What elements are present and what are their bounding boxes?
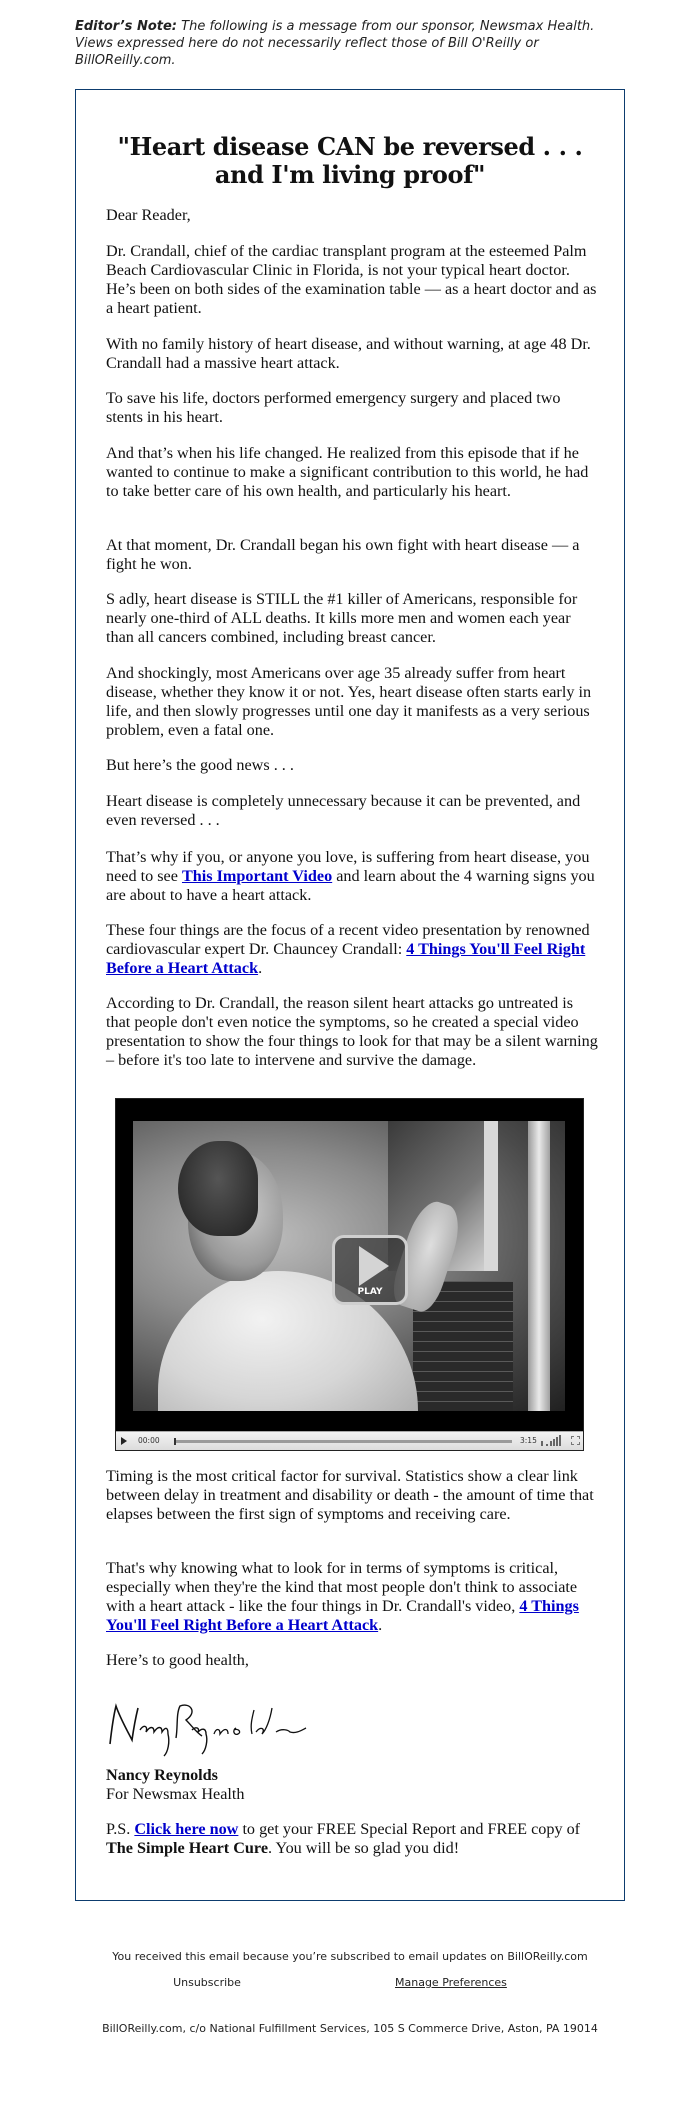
thumbnail-pole xyxy=(528,1121,550,1411)
seek-bar[interactable] xyxy=(174,1438,512,1445)
paragraph-8: But here’s the good news . . . xyxy=(106,756,294,774)
paragraph-3: To save his life, doctors performed emer… xyxy=(106,389,561,427)
headline-line-2: and I'm living proof" xyxy=(214,160,486,189)
signer-name: Nancy Reynolds xyxy=(106,1766,218,1784)
postscript-text-end: . You will be so glad you did! xyxy=(268,1839,460,1858)
paragraph-12: According to Dr. Crandall, the reason si… xyxy=(106,994,598,1070)
salutation: Dear Reader, xyxy=(106,206,191,224)
manage-preferences-link[interactable]: Manage Preferences xyxy=(395,1976,507,1989)
seek-knob[interactable] xyxy=(174,1438,176,1445)
duration: 3:15 xyxy=(520,1436,537,1445)
postscript-text: to get your FREE Special Report and FREE… xyxy=(238,1820,581,1838)
play-button[interactable]: PLAY xyxy=(332,1235,408,1305)
play-label: PLAY xyxy=(357,1287,383,1297)
play-icon xyxy=(359,1246,389,1286)
unsubscribe-link[interactable]: Unsubscribe xyxy=(167,1976,247,1989)
paragraph-9: Heart disease is completely unnecessary … xyxy=(106,792,581,830)
current-time: 00:00 xyxy=(138,1436,160,1445)
small-play-icon[interactable] xyxy=(121,1437,127,1445)
paragraph-11-text-end: . xyxy=(258,959,263,978)
editor-note: Editor’s Note: The following is a messag… xyxy=(75,18,635,69)
subscription-note: You received this email because you’re s… xyxy=(112,1950,588,1963)
paragraph-4: And that’s when his life changed. He rea… xyxy=(106,444,589,501)
thumbnail-doctor-hair xyxy=(178,1141,258,1236)
mailing-address: BillOReilly.com, c/o National Fulfillmen… xyxy=(102,2022,598,2035)
important-video-link[interactable]: This Important Video xyxy=(182,867,332,885)
video-controls: 00:00 3:15 xyxy=(116,1431,583,1450)
closing: Here’s to good health, xyxy=(106,1651,249,1669)
postscript-prefix: P.S. xyxy=(106,1820,135,1838)
signature-image xyxy=(109,1703,307,1757)
headline-line-1: "Heart disease CAN be reversed . . . xyxy=(117,132,583,161)
paragraph-2: With no family history of heart disease,… xyxy=(106,335,591,373)
postscript: P.S. Click here now to get your FREE Spe… xyxy=(106,1820,598,1858)
paragraph-5: At that moment, Dr. Crandall began his o… xyxy=(106,536,580,574)
paragraph-6: S adly, heart disease is STILL the #1 ki… xyxy=(106,590,578,647)
signer-org: For Newsmax Health xyxy=(106,1785,245,1803)
video-player[interactable]: PLAY 00:00 3:15 xyxy=(115,1098,584,1451)
paragraph-11: These four things are the focus of a rec… xyxy=(106,921,598,978)
paragraph-10: That’s why if you, or anyone you love, i… xyxy=(106,848,598,905)
click-here-now-link[interactable]: Click here now xyxy=(134,1820,238,1838)
editor-note-label: Editor’s Note: xyxy=(75,19,177,34)
volume-icon[interactable] xyxy=(541,1435,563,1447)
paragraph-14-text-end: . xyxy=(378,1616,383,1635)
paragraph-13: Timing is the most critical factor for s… xyxy=(106,1467,594,1524)
paragraph-1: Dr. Crandall, chief of the cardiac trans… xyxy=(106,242,597,318)
paragraph-14: That's why knowing what to look for in t… xyxy=(106,1559,598,1635)
book-title: The Simple Heart Cure xyxy=(106,1839,269,1858)
paragraph-7: And shockingly, most Americans over age … xyxy=(106,664,592,740)
fullscreen-icon[interactable] xyxy=(571,1436,580,1445)
paragraph-14-text: That's why knowing what to look for in t… xyxy=(106,1559,578,1616)
headline: "Heart disease CAN be reversed . . . and… xyxy=(75,133,625,189)
